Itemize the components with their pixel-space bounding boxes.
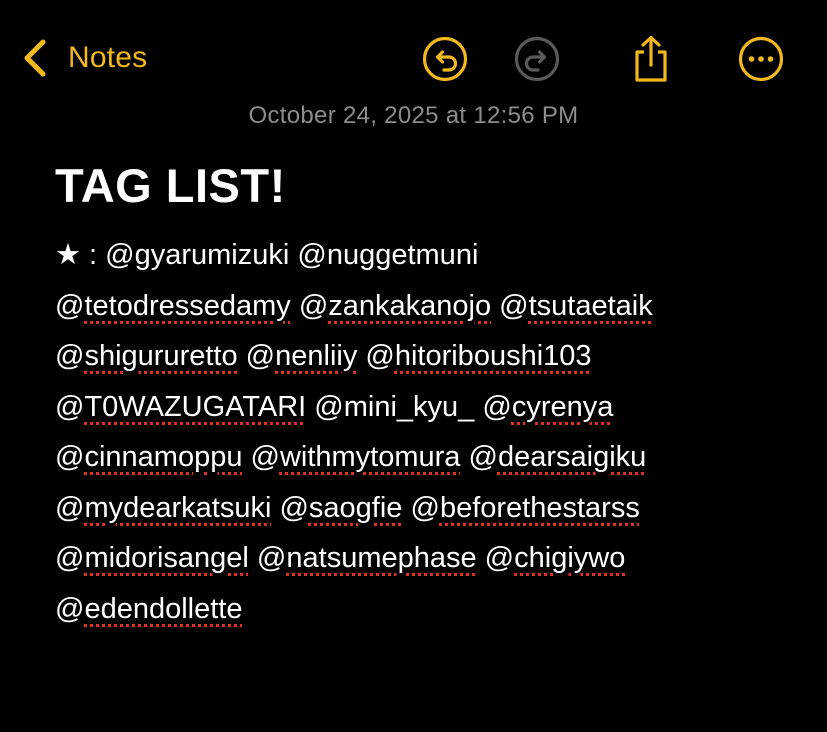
redo-icon: [514, 36, 560, 82]
misspelled-word: shigururetto: [84, 340, 238, 372]
note-text: @mini_kyu_ @: [306, 390, 512, 423]
share-button[interactable]: [626, 34, 676, 84]
note-text: @: [271, 491, 309, 524]
misspelled-word: hitoriboushi103: [394, 340, 592, 372]
misspelled-word: natsumephase: [286, 542, 477, 574]
note-line: @mydearkatsuki @saogfie @beforethestarss: [55, 483, 795, 534]
note-text: @: [476, 542, 515, 574]
note-text: @: [357, 340, 395, 372]
misspelled-word: saogfie: [308, 491, 403, 524]
misspelled-word: beforethestarss: [439, 491, 640, 524]
more-button[interactable]: [736, 34, 786, 84]
misspelled-word: T0WAZUGATARI: [84, 390, 307, 423]
note-text: @: [55, 491, 85, 524]
note-text: @: [55, 441, 85, 473]
note-text: @: [248, 542, 287, 574]
share-icon: [629, 34, 673, 84]
note-body[interactable]: ★ : @gyarumizuki @nuggetmuni @tetodressed…: [55, 230, 795, 634]
misspelled-word: withmytomura: [279, 441, 461, 473]
chevron-left-icon: [22, 38, 48, 78]
note-text: @gyarumizuki: [105, 239, 290, 271]
undo-button[interactable]: [420, 34, 470, 84]
note-text: @: [55, 289, 85, 322]
undo-icon: [422, 36, 468, 82]
note-line: @edendollette: [55, 584, 795, 635]
misspelled-word: dearsaigiku: [497, 441, 647, 473]
misspelled-word: midorisangel: [84, 542, 249, 574]
navigation-bar: Notes: [0, 0, 827, 110]
misspelled-word: tetodressedamy: [84, 289, 291, 322]
note-text: @: [491, 289, 529, 322]
note-text: @: [290, 289, 329, 322]
misspelled-word: mydearkatsuki: [84, 491, 272, 524]
note-text: @: [55, 340, 85, 372]
note-line: ★ : @gyarumizuki @nuggetmuni: [55, 230, 795, 281]
misspelled-word: edendollette: [84, 592, 243, 625]
note-text: @: [237, 340, 276, 372]
back-button[interactable]: Notes: [22, 36, 147, 80]
note-text: @: [55, 592, 85, 625]
note-text: @: [402, 491, 440, 524]
ellipsis-circle-icon: [738, 36, 784, 82]
note-line: @tetodressedamy @zankakanojo @tsutaetaik: [55, 281, 795, 332]
misspelled-word: tsutaetaik: [528, 289, 653, 322]
note-text: @: [55, 542, 85, 574]
misspelled-word: nenliiy: [275, 340, 358, 372]
note-line: @shigururetto @nenliiy @hitoriboushi103: [55, 331, 795, 382]
misspelled-word: chigiywo: [514, 542, 626, 574]
misspelled-word: cinnamoppu: [84, 441, 243, 473]
misspelled-word: cyrenya: [511, 390, 614, 423]
note-text: @: [55, 390, 85, 423]
note-timestamp: October 24, 2025 at 12:56 PM: [248, 102, 579, 129]
note-line: @cinnamoppu @withmytomura @dearsaigiku: [55, 432, 795, 483]
note-text: @: [242, 441, 280, 473]
note-text: ★ :: [55, 239, 106, 271]
note-title[interactable]: TAG LIST!: [55, 158, 286, 213]
note-text: @nuggetmuni: [297, 239, 479, 271]
note-text: @: [460, 441, 498, 473]
redo-button[interactable]: [512, 34, 562, 84]
note-line: @midorisangel @natsumephase @chigiywo: [55, 533, 795, 584]
back-label: Notes: [68, 41, 148, 74]
note-line: @T0WAZUGATARI @mini_kyu_ @cyrenya: [55, 382, 795, 433]
misspelled-word: zankakanojo: [328, 289, 492, 322]
